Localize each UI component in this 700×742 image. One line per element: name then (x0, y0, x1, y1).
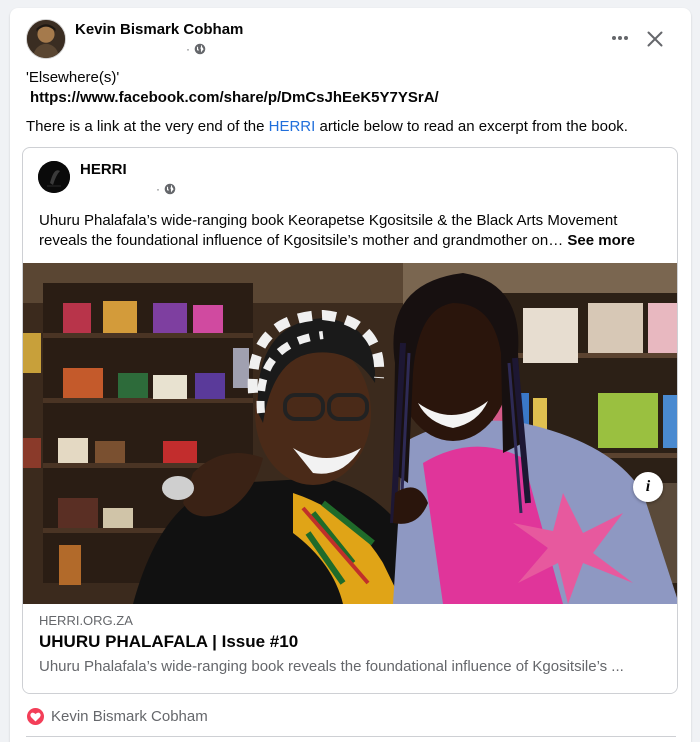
post-share-url: https://www.facebook.com/share/p/DmCsJhE… (30, 89, 439, 106)
globe-icon[interactable] (164, 183, 176, 195)
herri-avatar[interactable] (38, 161, 70, 193)
shared-text-line: reveals the foundational influence of Kg… (39, 231, 669, 251)
shared-meta: · (156, 182, 176, 196)
author-name[interactable]: Kevin Bismark Cobham (75, 21, 243, 38)
meta-separator: · (186, 42, 190, 56)
post-text-fragment: There is a link at the very end of the (26, 118, 269, 135)
post-text-line: 'Elsewhere(s)' (26, 69, 120, 86)
link-domain: HERRI.ORG.ZA (39, 613, 133, 628)
herri-page-link[interactable]: HERRI (269, 118, 316, 135)
see-more-button[interactable]: See more (567, 232, 635, 249)
info-button[interactable]: i (633, 472, 663, 502)
link-title[interactable]: UHURU PHALAFALA | Issue #10 (39, 632, 298, 652)
shared-text-fragment: reveals the foundational influence of Kg… (39, 232, 564, 249)
reactions-row[interactable]: Kevin Bismark Cobham (26, 707, 208, 726)
reaction-names[interactable]: Kevin Bismark Cobham (51, 708, 208, 725)
divider (26, 736, 676, 737)
meta-separator: · (156, 182, 160, 196)
info-icon: i (645, 478, 651, 495)
close-icon (647, 31, 663, 47)
post-text-line: There is a link at the very end of the H… (26, 117, 676, 137)
more-options-button[interactable] (604, 28, 636, 48)
globe-icon[interactable] (194, 43, 206, 55)
author-avatar[interactable] (26, 19, 66, 59)
more-icon (612, 36, 628, 40)
shared-author-name[interactable]: HERRI (80, 161, 127, 178)
link-preview-image[interactable] (23, 263, 677, 604)
post-text-fragment: article below to read an excerpt from th… (315, 118, 628, 135)
post-meta: · (186, 42, 206, 56)
heart-icon (26, 707, 45, 726)
post-card: Kevin Bismark Cobham · 'Elsewhere(s)' ht… (10, 8, 691, 742)
link-preview-footer[interactable]: HERRI.ORG.ZA UHURU PHALAFALA | Issue #10… (23, 604, 677, 693)
close-button[interactable] (640, 24, 670, 54)
shared-text-line: Uhuru Phalafala’s wide-ranging book Keor… (39, 212, 618, 229)
post-body: 'Elsewhere(s)' https://www.facebook.com/… (26, 68, 676, 137)
link-description: Uhuru Phalafala’s wide-ranging book reve… (39, 658, 624, 675)
shared-post-card: HERRI · Uhuru Phalafala’s wide-ranging b… (22, 147, 678, 694)
shared-post-body: Uhuru Phalafala’s wide-ranging book Keor… (39, 211, 669, 251)
